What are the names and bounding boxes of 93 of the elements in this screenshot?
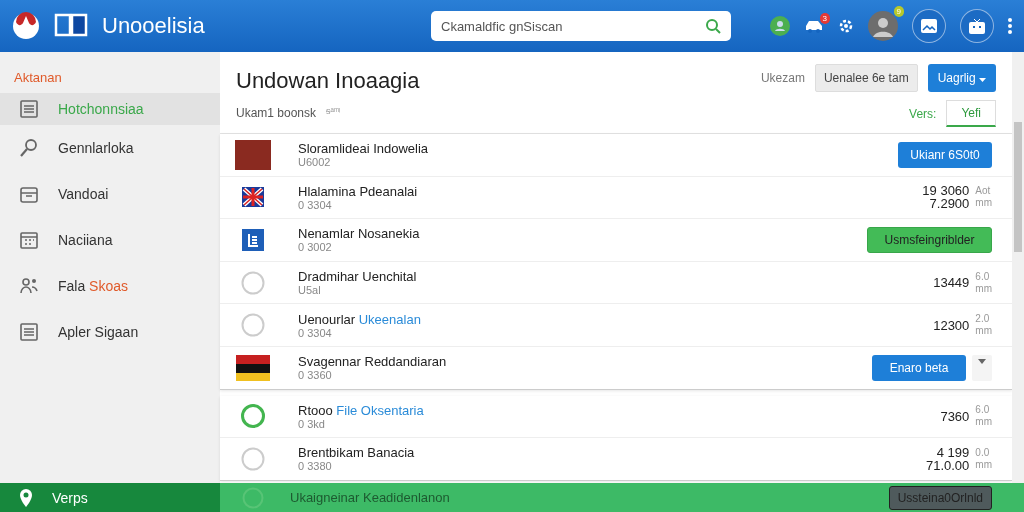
row-value: 12300: [933, 318, 970, 332]
sidebar-label: Apler Sigaan: [58, 324, 139, 340]
sidebar-label: Naciiana: [58, 232, 113, 248]
row-value: 19 3060: [922, 184, 970, 198]
menu-button[interactable]: Uagrlig: [927, 64, 996, 92]
filter-button[interactable]: Uenalee 6e tam: [814, 64, 918, 92]
row-subtitle: U5al: [298, 284, 322, 297]
notification-badge: 3: [819, 13, 830, 24]
picture-button[interactable]: [912, 9, 946, 43]
row-title: Nenamlar Nosanekia: [298, 226, 421, 242]
people-icon[interactable]: [770, 16, 790, 36]
unit-label: 6.0: [975, 404, 991, 417]
unit-label: 2.0: [975, 313, 991, 326]
row-subtitle: 0 3360: [298, 369, 333, 382]
unit-label: mm: [975, 282, 992, 295]
action-button[interactable]: Usmsfeingriblder: [867, 227, 992, 253]
scrollbar[interactable]: [1012, 52, 1024, 483]
calendar-icon: [18, 229, 40, 251]
sidebar-heading: Aktanan: [13, 69, 63, 87]
photo-placeholder: [235, 139, 271, 170]
action-button[interactable]: Enaro beta: [872, 354, 966, 381]
tv-button[interactable]: [960, 9, 994, 43]
row-subtitle: 0 3kd: [298, 417, 326, 430]
flag-icon: [236, 354, 270, 381]
action-button[interactable]: Ukianr 6S0t0: [898, 141, 992, 168]
logo-icon: [12, 12, 40, 40]
sidebar-label: Hotchonnsiaa: [58, 101, 144, 117]
avatar-badge: 9: [893, 6, 904, 17]
view-label: Vers:: [909, 106, 937, 121]
row-value: 71.0.00: [925, 458, 970, 472]
tv-icon: [969, 18, 985, 34]
dropdown-button[interactable]: [972, 354, 992, 381]
app-title: Unooelisia: [102, 13, 206, 39]
pin-icon: [18, 487, 34, 508]
view-tab[interactable]: Yefi: [946, 100, 996, 127]
search-icon[interactable]: [705, 18, 721, 34]
footer-bar[interactable]: Verps: [0, 483, 220, 512]
row-title: Dradmihar Uenchital: [298, 269, 418, 285]
unit-label: Aot: [975, 185, 992, 198]
unit-label: 6.0: [975, 270, 991, 283]
row-subtitle: 0 3380: [298, 460, 333, 473]
radio-button[interactable]: [241, 446, 265, 471]
row-subtitle: 0 3304: [298, 326, 333, 339]
radio-button[interactable]: [241, 270, 265, 295]
caret-icon: [978, 358, 986, 364]
sidebar-label: Fala Skoas: [58, 278, 129, 294]
unit-label: mm: [975, 416, 992, 429]
avatar-icon[interactable]: [868, 11, 898, 41]
radio-button[interactable]: [241, 404, 265, 429]
unit-label: mm: [975, 458, 992, 471]
unit-label: mm: [975, 197, 992, 210]
radio-button[interactable]: [241, 313, 265, 338]
more-icon[interactable]: [1008, 18, 1012, 34]
row-value: 7.2900: [929, 197, 970, 211]
row-title: Ukaigneinar Keadidenlanon: [290, 490, 451, 505]
row-value: 13449: [933, 276, 970, 290]
row-title: Rtooo File Oksentaria: [298, 402, 425, 418]
document-icon: [242, 229, 264, 251]
list-icon: [18, 321, 40, 343]
unit-label: mm: [975, 325, 992, 338]
row-subtitle: 0 3304: [298, 198, 333, 211]
page-title: Undowan Inoaagia: [236, 68, 420, 94]
book-icon: [54, 13, 88, 39]
sidebar-item[interactable]: Apler Sigaan: [0, 309, 220, 355]
image-icon: [921, 19, 937, 33]
row-title: Svagennar Reddandiaran: [298, 354, 448, 370]
row-subtitle: U6002: [298, 156, 332, 169]
car-icon[interactable]: [804, 18, 824, 34]
list-icon: [18, 98, 40, 120]
row-title: Sloramlideai Indowelia: [298, 141, 430, 157]
row-value: 4 199: [936, 445, 970, 459]
subtitle-note: ᵴᵃᵐᵎ: [326, 106, 341, 118]
page-subtitle: Ukam1 boonsk: [236, 106, 317, 120]
sort-label: Ukezam: [760, 71, 805, 85]
gear-icon[interactable]: [838, 18, 854, 34]
sidebar-item[interactable]: Gennlarloka: [0, 125, 220, 171]
row-title: Uenourlar Ukeenalan: [298, 311, 422, 327]
sidebar-label: Gennlarloka: [58, 140, 134, 156]
sidebar-item[interactable]: Naciiana: [0, 217, 220, 263]
footer-label: Verps: [52, 489, 88, 506]
row-title: Hlalamina Pdeanalai: [298, 183, 419, 199]
flag-icon: [242, 187, 264, 208]
row-title: Brentbikam Banacia: [298, 445, 416, 461]
row-value: 7360: [940, 409, 970, 423]
search-icon: [18, 137, 40, 159]
sidebar-label: Vandoai: [58, 186, 109, 202]
search-field[interactable]: Ckamaldfic gnSiscan: [431, 11, 731, 41]
unit-label: 0.0: [975, 446, 991, 459]
sidebar-item[interactable]: Fala Skoas: [0, 263, 220, 309]
sidebar-item[interactable]: Vandoai: [0, 171, 220, 217]
row-subtitle: 0 3002: [298, 241, 333, 254]
caret-icon: [979, 78, 986, 82]
radio-icon[interactable]: [242, 486, 264, 509]
